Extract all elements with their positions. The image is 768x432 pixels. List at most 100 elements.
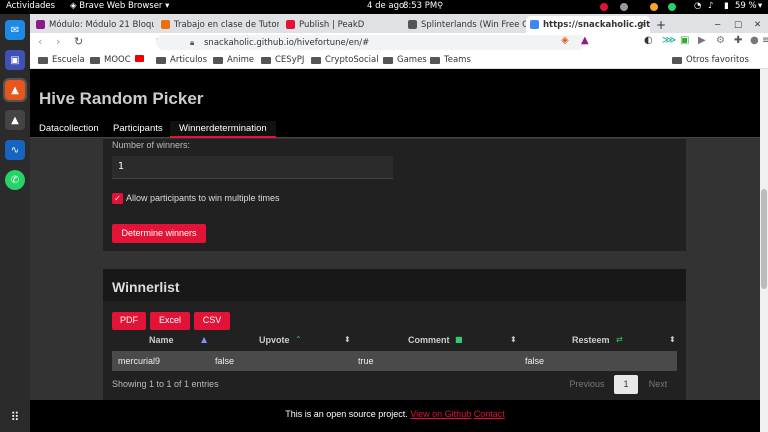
browser-tab[interactable]: Publish | PeakD (282, 16, 402, 33)
notification-icon: ⚲ (437, 1, 444, 11)
folder-icon (156, 56, 166, 64)
tab-favicon (408, 20, 417, 29)
dock: ✉ ▣ ▲ ▲ ∿ ✆ ⠿ (0, 14, 30, 432)
bookmark-folder[interactable]: Teams (430, 55, 471, 65)
brave-icon: ◈ (70, 1, 77, 11)
extension-icon[interactable]: ⚙ (716, 35, 725, 46)
tab-datacollection[interactable]: Datacollection (30, 121, 108, 138)
bookmark-folder[interactable]: Anime (213, 55, 254, 65)
browser-tab[interactable]: Splinterlands (Win Free Ca (404, 16, 526, 33)
system-monitor-icon[interactable]: ∿ (5, 140, 25, 160)
export-excel-button[interactable]: Excel (150, 312, 190, 330)
tab-favicon (530, 20, 539, 29)
folder-icon (430, 56, 440, 64)
tray-app-icon[interactable] (620, 3, 628, 11)
sort-icon[interactable]: ⬍ (510, 335, 517, 344)
folder-icon (38, 56, 48, 64)
thunderbird-icon[interactable]: ✉ (5, 20, 25, 40)
system-top-bar: Actividades ◈ Brave Web Browser ▾ 4 de a… (0, 0, 768, 14)
multiple-wins-checkbox[interactable]: ✓ (112, 193, 123, 204)
brave-icon[interactable]: ▲ (3, 78, 27, 102)
winnerlist-card: Winnerlist PDF Excel CSV Name ▲ Upvote ⌃… (103, 269, 686, 400)
bookmark-folder[interactable]: CryptoSocial (311, 55, 379, 65)
new-tab-button[interactable]: + (652, 16, 668, 33)
extension-icon[interactable]: ▶ (698, 35, 706, 46)
battery-level: 59 % (735, 1, 757, 11)
tab-favicon (161, 20, 170, 29)
export-pdf-button[interactable]: PDF (112, 312, 146, 330)
system-menu-icon[interactable]: ▾ (758, 1, 762, 11)
sort-icon[interactable]: ⬍ (344, 335, 351, 344)
sort-icon[interactable]: ⬍ (669, 335, 676, 344)
lock-icon: 🔒︎ (190, 37, 195, 47)
column-header-upvote[interactable]: Upvote (259, 335, 290, 345)
bookmark-folder[interactable]: Games (383, 55, 427, 65)
folder-icon (261, 56, 271, 64)
column-header-resteem[interactable]: Resteem (572, 335, 610, 345)
profile-icon[interactable]: ● (750, 35, 759, 46)
page-footer: This is an open source project. View on … (30, 400, 760, 432)
clock-time[interactable]: 8:53 PM (403, 1, 437, 11)
bookmark-item[interactable] (135, 55, 148, 62)
whatsapp-icon[interactable]: ✆ (5, 170, 25, 190)
brave-rewards-icon[interactable]: ▲ (581, 35, 589, 46)
sort-asc-icon[interactable]: ▲ (201, 335, 207, 344)
github-link[interactable]: View on Github (410, 409, 471, 419)
tray-app-icon[interactable] (650, 3, 658, 11)
cell-upvote: false (215, 356, 235, 366)
app-icon[interactable]: ▣ (5, 50, 25, 70)
tab-participants[interactable]: Participants (104, 121, 172, 138)
peakd-icon[interactable]: ▲ (5, 110, 25, 130)
extension-icon[interactable]: ◐ (644, 35, 653, 46)
maximize-window-icon[interactable]: □ (730, 16, 744, 33)
extensions-puzzle-icon[interactable]: ✚ (734, 35, 742, 46)
table-info: Showing 1 to 1 of 1 entries (112, 379, 219, 389)
battery-icon: ▮ (724, 1, 729, 11)
winners-count-label: Number of winners: (112, 140, 191, 150)
back-icon[interactable]: ‹ (38, 35, 42, 48)
folder-icon (90, 56, 100, 64)
tray-app-icon[interactable] (600, 3, 608, 11)
other-bookmarks[interactable]: Otros favoritos (672, 55, 749, 65)
forward-icon[interactable]: › (56, 35, 60, 48)
cell-name: mercurial9 (118, 356, 161, 366)
column-header-name[interactable]: Name (149, 335, 174, 345)
browser-name-menu[interactable]: ◈ Brave Web Browser ▾ (70, 1, 169, 11)
reload-icon[interactable]: ↻ (74, 35, 83, 48)
browser-tab-active[interactable]: https://snackaholic.gith ✕ (526, 16, 650, 33)
page-scrollbar[interactable] (760, 69, 768, 432)
browser-toolbar: ‹ › ↻ ▮ 🔒︎ snackaholic.github.io/hivefor… (30, 33, 768, 52)
determine-winners-button[interactable]: Determine winners (112, 224, 206, 243)
page-1-button[interactable]: 1 (614, 375, 638, 394)
winners-count-input[interactable]: 1 (112, 156, 393, 179)
menu-icon[interactable]: ≡ (762, 35, 768, 46)
contact-link[interactable]: Contact (474, 409, 505, 419)
app-header: Hive Random Picker (30, 69, 760, 119)
bookmarks-bar: Escuela MOOC Articulos Anime CESyPJ Cryp… (30, 52, 768, 69)
previous-page-button[interactable]: Previous (562, 375, 612, 394)
address-bar[interactable]: 🔒︎ snackaholic.github.io/hivefortune/en/… (156, 35, 586, 50)
close-window-icon[interactable]: ✕ (750, 16, 764, 33)
activities-button[interactable]: Actividades (6, 1, 55, 11)
extension-icon[interactable]: ▣ (680, 35, 689, 46)
clock-date[interactable]: 4 de ago (367, 1, 404, 11)
close-tab-icon[interactable]: ✕ (638, 20, 646, 30)
browser-tab[interactable]: Módulo: Módulo 21 Bloque (32, 16, 154, 33)
browser-tab[interactable]: Trabajo en clase de Tutoría (157, 16, 279, 33)
minimize-window-icon[interactable]: − (710, 16, 724, 33)
brave-shields-icon[interactable]: ◈ (561, 35, 569, 46)
footer-text: This is an open source project. (285, 409, 408, 419)
extension-icon[interactable]: ⋙ (662, 35, 676, 46)
show-apps-icon[interactable]: ⠿ (5, 407, 25, 427)
column-header-comment[interactable]: Comment (408, 335, 450, 345)
bookmark-folder[interactable]: MOOC (90, 55, 131, 65)
tab-winnerdetermination[interactable]: Winnerdetermination (170, 121, 276, 138)
bookmark-folder[interactable]: Articulos (156, 55, 207, 65)
winnerlist-header: Winnerlist (103, 269, 686, 301)
next-page-button[interactable]: Next (643, 375, 673, 394)
export-csv-button[interactable]: CSV (194, 312, 230, 330)
scrollbar-thumb[interactable] (761, 189, 767, 289)
bookmark-folder[interactable]: CESyPJ (261, 55, 304, 65)
whatsapp-icon[interactable] (668, 3, 676, 11)
bookmark-folder[interactable]: Escuela (38, 55, 85, 65)
